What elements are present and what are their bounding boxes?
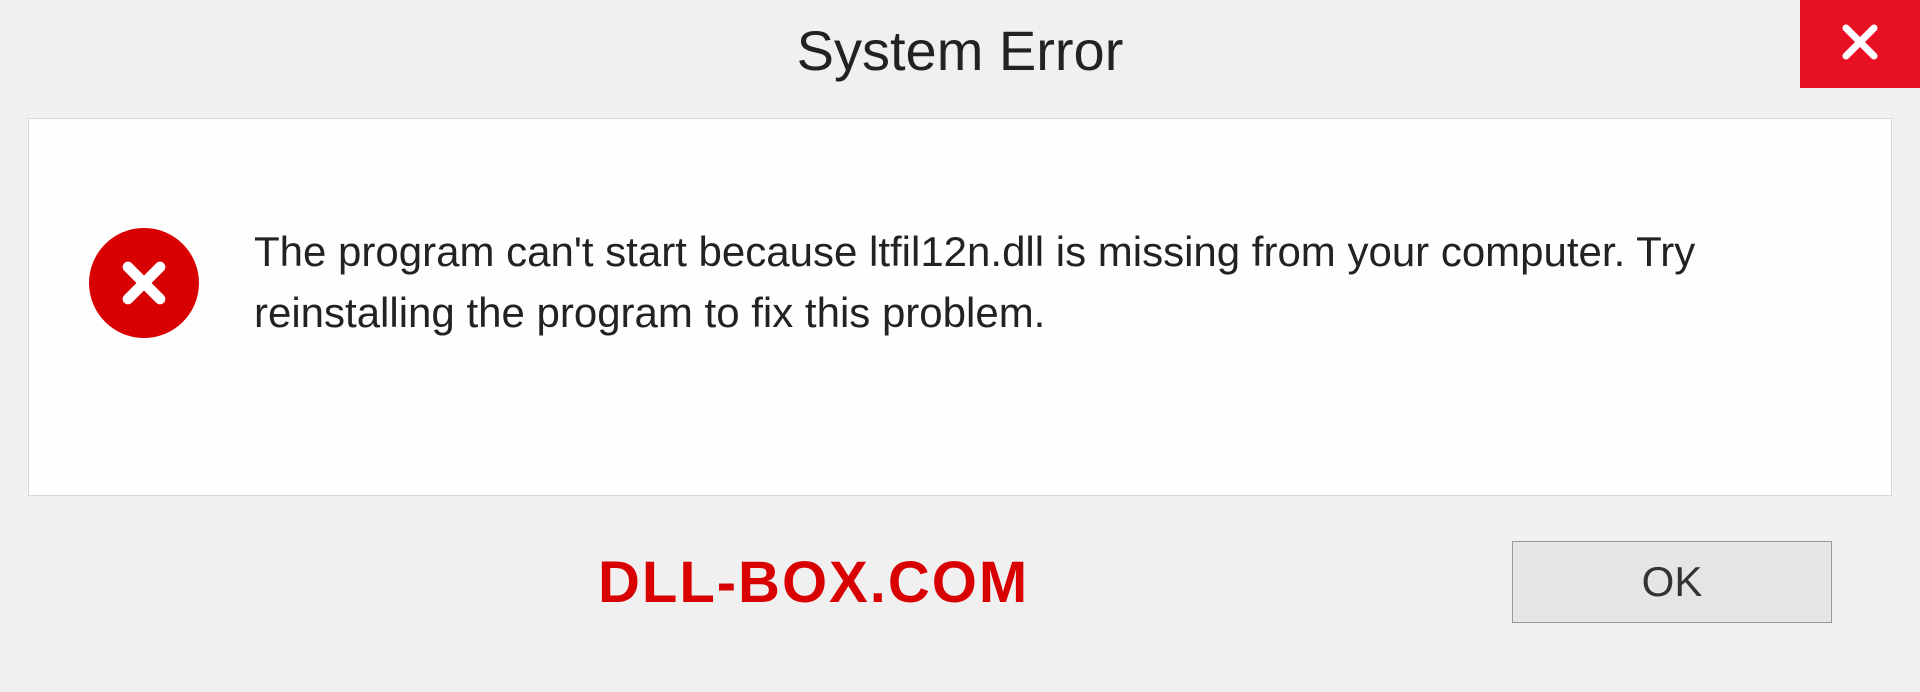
close-icon bbox=[1836, 18, 1884, 71]
error-icon bbox=[89, 228, 199, 338]
error-message: The program can't start because ltfil12n… bbox=[254, 222, 1831, 344]
watermark-text: DLL-BOX.COM bbox=[598, 549, 1029, 616]
ok-button[interactable]: OK bbox=[1512, 541, 1832, 623]
dialog-content: The program can't start because ltfil12n… bbox=[28, 118, 1892, 496]
window-title: System Error bbox=[797, 18, 1124, 83]
titlebar: System Error bbox=[0, 0, 1920, 100]
dialog-footer: DLL-BOX.COM OK bbox=[28, 496, 1892, 668]
close-button[interactable] bbox=[1800, 0, 1920, 88]
